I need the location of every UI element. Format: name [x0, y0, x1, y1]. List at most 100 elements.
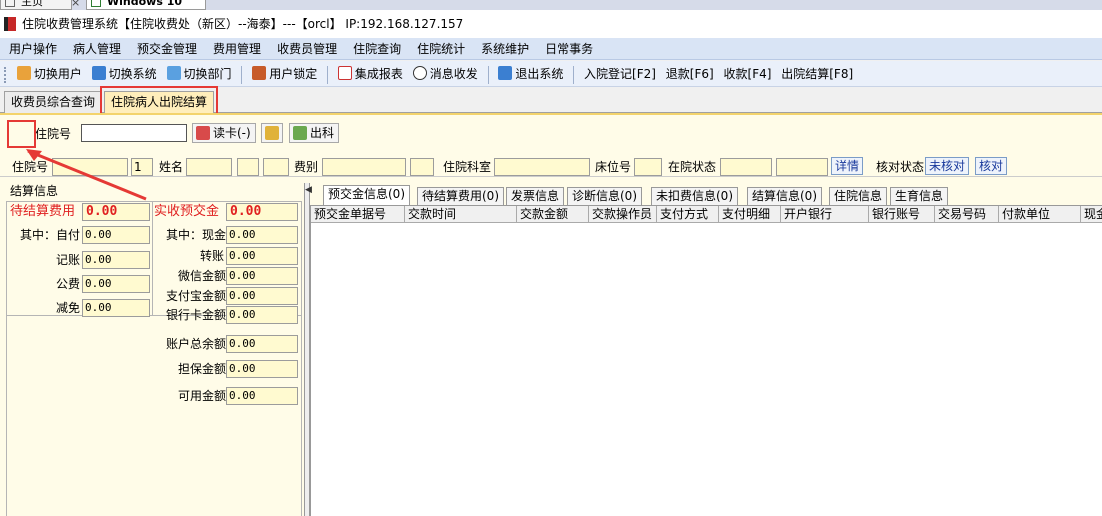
vm-tab-windows[interactable]: Windows 10 x64: [86, 0, 206, 10]
status-label: 在院状态: [668, 160, 717, 174]
available-value: 0.00: [226, 387, 298, 405]
patient-info-row: 住院号 1 姓名 费别 住院科室 床位号 在院状态 详情 核对状态 未核对 核对: [0, 157, 1102, 177]
discharge-settle-button[interactable]: 出院结算[F8]: [778, 61, 856, 87]
dept-field: [494, 158, 590, 176]
switch-user-button[interactable]: 切换用户: [14, 61, 85, 87]
switch-system-button[interactable]: 切换系统: [89, 61, 160, 87]
prepaid-label: 实收预交金: [154, 204, 220, 219]
report-icon: [337, 66, 352, 80]
toolbar-separator: [241, 65, 243, 84]
pending-fee-value: 0.00: [82, 203, 150, 221]
bed-field: [634, 158, 662, 176]
col-deposit-no[interactable]: 预交金单据号: [311, 206, 405, 223]
read-card-button[interactable]: 读卡(-): [192, 123, 256, 143]
tab-birth-info[interactable]: 生育信息: [890, 187, 949, 205]
clear-button[interactable]: [261, 123, 283, 143]
toolbar: 切换用户 切换系统 切换部门 用户锁定 集成报表 消息收发 退出系统 入院登记[…: [0, 61, 1102, 87]
tab-settlement-info[interactable]: 结算信息(0): [747, 187, 822, 205]
menu-deposit-mgmt[interactable]: 预交金管理: [128, 38, 204, 60]
menu-user-ops[interactable]: 用户操作: [0, 38, 64, 60]
inpatient-no-label: 住院号: [35, 127, 72, 141]
menu-bar: 用户操作 病人管理 预交金管理 费用管理 收费员管理 住院查询 住院统计 系统维护 日常事务: [0, 38, 1102, 60]
switch-dept-button[interactable]: 切换部门: [164, 61, 235, 87]
exit-button[interactable]: 退出系统: [495, 61, 566, 87]
self-pay-value: 0.00: [82, 226, 150, 244]
inpatient-no-input[interactable]: [81, 124, 187, 142]
prepaid-value: 0.00: [226, 203, 298, 221]
col-pay-method[interactable]: 支付方式: [657, 206, 719, 223]
toolbar-grip[interactable]: [4, 66, 8, 83]
admit-button[interactable]: 入院登记[F2]: [581, 61, 659, 87]
col-pay-time[interactable]: 交款时间: [405, 206, 517, 223]
window-titlebar: 住院收费管理系统【住院收费处（新区）--海泰】---【orcl】 IP:192.…: [0, 10, 1102, 38]
col-payer[interactable]: 付款单位: [999, 206, 1081, 223]
bank-card-label: 银行卡金额: [166, 308, 227, 322]
tab-diagnosis-info[interactable]: 诊断信息(0): [567, 187, 642, 205]
fee-type-label: 费别: [294, 160, 319, 174]
fee-type-field: [322, 158, 406, 176]
deposit-grid[interactable]: 预交金单据号 交款时间 交款金额 交款操作员 支付方式 支付明细 开户银行 银行…: [310, 205, 1102, 516]
name-label: 姓名: [159, 160, 184, 174]
settlement-title: 结算信息: [10, 184, 59, 198]
guarantee-value: 0.00: [226, 360, 298, 378]
tab-cashier-query[interactable]: 收费员综合查询: [4, 91, 102, 113]
name-field: [186, 158, 232, 176]
vm-tab-home-label: 主页: [21, 0, 43, 8]
detail-button[interactable]: 详情: [831, 157, 864, 175]
col-operator[interactable]: 交款操作员: [589, 206, 657, 223]
dept-switch-icon: [166, 66, 181, 80]
lock-user-button[interactable]: 用户锁定: [249, 61, 320, 87]
menu-daily-affairs[interactable]: 日常事务: [536, 38, 600, 60]
col-cash[interactable]: 现金: [1081, 206, 1102, 223]
tab-invoice-info[interactable]: 发票信息: [506, 187, 565, 205]
vm-tab-home[interactable]: 主页 ×: [0, 0, 80, 10]
menu-fee-mgmt[interactable]: 费用管理: [204, 38, 268, 60]
guarantee-label: 担保金额: [178, 362, 227, 376]
vm-tab-windows-label: Windows 10 x64: [107, 0, 183, 10]
exit-icon: [498, 66, 513, 80]
menu-system-maint[interactable]: 系统维护: [472, 38, 536, 60]
col-pay-amount[interactable]: 交款金额: [517, 206, 589, 223]
col-trade-no[interactable]: 交易号码: [935, 206, 999, 223]
visit-count-field: 1: [131, 158, 153, 176]
collect-button[interactable]: 收款[F4]: [721, 61, 775, 87]
tab-pending-fees[interactable]: 待结算费用(0): [417, 187, 504, 205]
cash-label: 其中：现金: [166, 228, 227, 242]
tab-discharge-settlement[interactable]: 住院病人出院结算: [104, 91, 214, 113]
check-button[interactable]: 核对: [975, 157, 1008, 175]
account-label: 记账: [56, 253, 81, 267]
message-button[interactable]: 消息收发: [410, 61, 481, 87]
user-switch-icon: [16, 66, 31, 80]
wechat-value: 0.00: [226, 267, 298, 285]
fee-type-code-field: [410, 158, 434, 176]
tab-uncharged-info[interactable]: 未扣费信息(0): [651, 187, 738, 205]
available-label: 可用金额: [178, 389, 227, 403]
discount-label: 减免: [56, 301, 81, 315]
menu-patient-mgmt[interactable]: 病人管理: [64, 38, 128, 60]
menu-cashier-mgmt[interactable]: 收费员管理: [268, 38, 344, 60]
out-dept-icon: [293, 126, 307, 140]
col-bank-account[interactable]: 银行账号: [869, 206, 935, 223]
col-bank[interactable]: 开户银行: [781, 206, 869, 223]
menu-inpatient-stats[interactable]: 住院统计: [408, 38, 472, 60]
transfer-label: 转账: [200, 249, 225, 263]
transfer-value: 0.00: [226, 247, 298, 265]
out-dept-button[interactable]: 出科: [289, 123, 340, 143]
main-content: 住院号 读卡(-) 出科 住院号 1 姓名 费别 住院科室 床位号 在院状态 详…: [0, 113, 1102, 516]
pending-fee-label: 待结算费用: [10, 204, 76, 219]
tab-deposit-info[interactable]: 预交金信息(0): [323, 185, 410, 205]
settlement-panel: 结算信息 待结算费用 0.00 实收预交金 0.00 其中：自付 0.00 记账…: [0, 183, 304, 516]
menu-inpatient-query[interactable]: 住院查询: [344, 38, 408, 60]
check-status-value: 未核对: [925, 157, 970, 175]
gender-field: [237, 158, 259, 176]
public-fee-value: 0.00: [82, 275, 150, 293]
info-icon: [412, 66, 427, 80]
toolbar-separator: [487, 65, 489, 84]
col-pay-detail[interactable]: 支付明细: [719, 206, 781, 223]
refund-button[interactable]: 退款[F6]: [663, 61, 717, 87]
close-icon[interactable]: ×: [71, 0, 80, 10]
tab-inpatient-info[interactable]: 住院信息: [829, 187, 888, 205]
report-button[interactable]: 集成报表: [335, 61, 406, 87]
home-icon: [5, 0, 15, 7]
window-title: 住院收费管理系统【住院收费处（新区）--海泰】---【orcl】 IP:192.…: [22, 17, 464, 31]
